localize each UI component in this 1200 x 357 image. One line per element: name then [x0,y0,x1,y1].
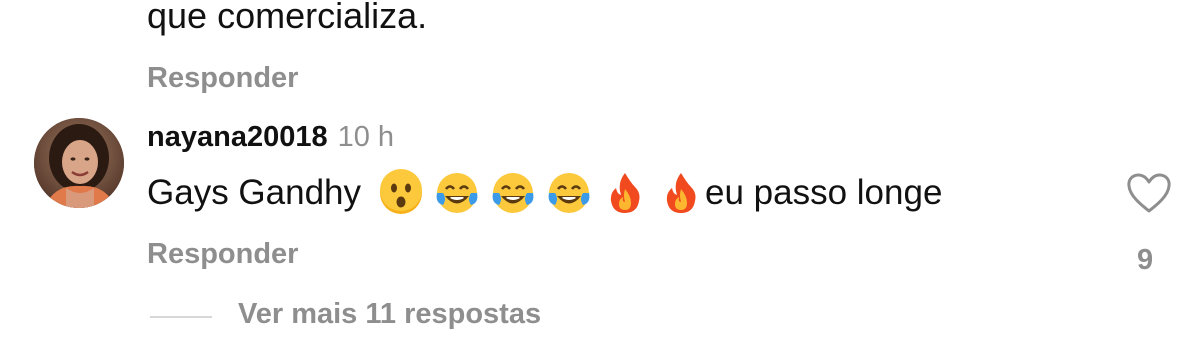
reply-button-previous[interactable]: Responder [147,62,298,95]
comment-header: nayana20018 10 h [147,119,394,155]
avatar[interactable] [34,118,124,208]
tears-of-joy-icon [489,169,537,217]
view-more-replies-label: Ver mais 11 respostas [238,298,542,330]
fire-icon [657,169,705,217]
comment-text: Gays Gandhy eu passo longe [147,168,942,218]
view-more-replies-button[interactable]: Ver mais 11 respostas [150,298,541,331]
comment-text-after: eu passo longe [705,173,943,212]
tears-of-joy-icon [433,169,481,217]
timestamp: 10 h [337,121,395,153]
reply-button[interactable]: Responder [147,238,298,271]
comment-text-before: Gays Gandhy [147,173,361,212]
avatar-image [34,118,124,208]
hushed-face-icon [377,169,425,217]
fire-icon [601,169,649,217]
replies-divider [150,315,212,318]
like-button[interactable] [1126,172,1172,214]
tears-of-joy-icon [545,169,593,217]
username[interactable]: nayana20018 [147,121,328,153]
like-count: 9 [1137,244,1154,276]
previous-comment-text: que comercializa. [147,0,428,36]
heart-icon [1127,173,1171,213]
